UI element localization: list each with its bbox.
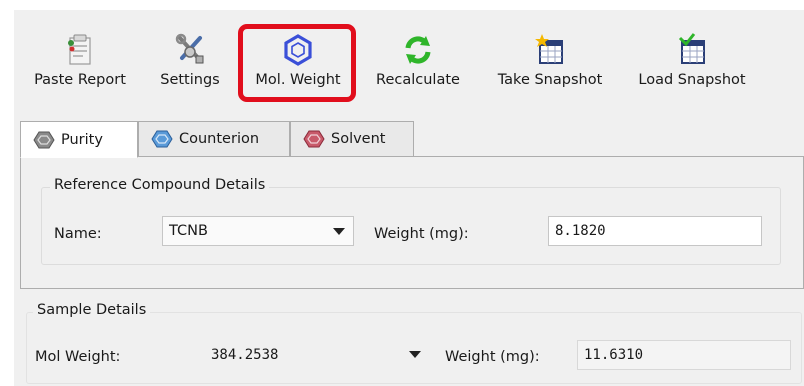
- mol-weight-combobox[interactable]: 384.2538: [211, 340, 427, 370]
- paste-report-label: Paste Report: [34, 72, 126, 88]
- take-snapshot-icon: [535, 34, 563, 64]
- settings-tools-icon: [175, 33, 204, 64]
- sample-details-title: Sample Details: [33, 302, 151, 318]
- load-snapshot-icon: [678, 33, 705, 64]
- settings-label: Settings: [160, 72, 220, 88]
- sample-weight-label: Weight (mg):: [445, 349, 540, 365]
- settings-button[interactable]: Settings: [154, 28, 226, 100]
- mol-weight-value: 384.2538: [211, 347, 279, 363]
- paste-report-icon: [68, 34, 91, 65]
- gray-hexagon-icon: [33, 131, 55, 148]
- tab-counterion[interactable]: Counterion: [138, 121, 290, 157]
- blue-hexagon-icon: [151, 130, 173, 148]
- red-hexagon-icon: [303, 130, 325, 148]
- green-refresh-icon: [405, 36, 431, 64]
- load-snapshot-label: Load Snapshot: [638, 72, 746, 88]
- name-label: Name:: [54, 226, 102, 242]
- tab-purity-label: Purity: [61, 131, 103, 148]
- take-snapshot-button[interactable]: Take Snapshot: [488, 28, 612, 100]
- tab-solvent-label: Solvent: [331, 131, 386, 147]
- chevron-down-icon: [409, 351, 421, 358]
- sample-details-group: Sample Details Mol Weight: 384.2538 Weig…: [26, 302, 802, 384]
- take-snapshot-label: Take Snapshot: [497, 72, 603, 88]
- chevron-down-icon: [333, 228, 345, 235]
- app-window: Paste Report Settings Mol. Weight Recalc…: [14, 10, 804, 386]
- name-value: TCNB: [169, 223, 208, 239]
- reference-compound-title: Reference Compound Details: [50, 177, 270, 193]
- recalculate-label: Recalculate: [376, 72, 460, 88]
- tab-solvent[interactable]: Solvent: [290, 121, 414, 157]
- paste-report-button[interactable]: Paste Report: [28, 28, 132, 100]
- mol-weight-highlight-box: [238, 24, 356, 102]
- purity-tab-panel: Reference Compound Details Name: TCNB We…: [20, 156, 804, 289]
- toolbar: Paste Report Settings Mol. Weight Recalc…: [14, 10, 804, 108]
- reference-compound-group: Reference Compound Details Name: TCNB We…: [41, 177, 781, 265]
- mol-weight-field-label: Mol Weight:: [35, 349, 121, 365]
- reference-weight-input[interactable]: 8.1820: [548, 216, 762, 246]
- reference-weight-label: Weight (mg):: [374, 226, 469, 242]
- sample-weight-input[interactable]: 11.6310: [577, 340, 791, 370]
- recalculate-button[interactable]: Recalculate: [370, 28, 466, 100]
- tab-counterion-label: Counterion: [179, 131, 260, 147]
- name-combobox[interactable]: TCNB: [162, 216, 354, 246]
- load-snapshot-button[interactable]: Load Snapshot: [630, 28, 754, 100]
- tab-purity[interactable]: Purity: [20, 121, 138, 158]
